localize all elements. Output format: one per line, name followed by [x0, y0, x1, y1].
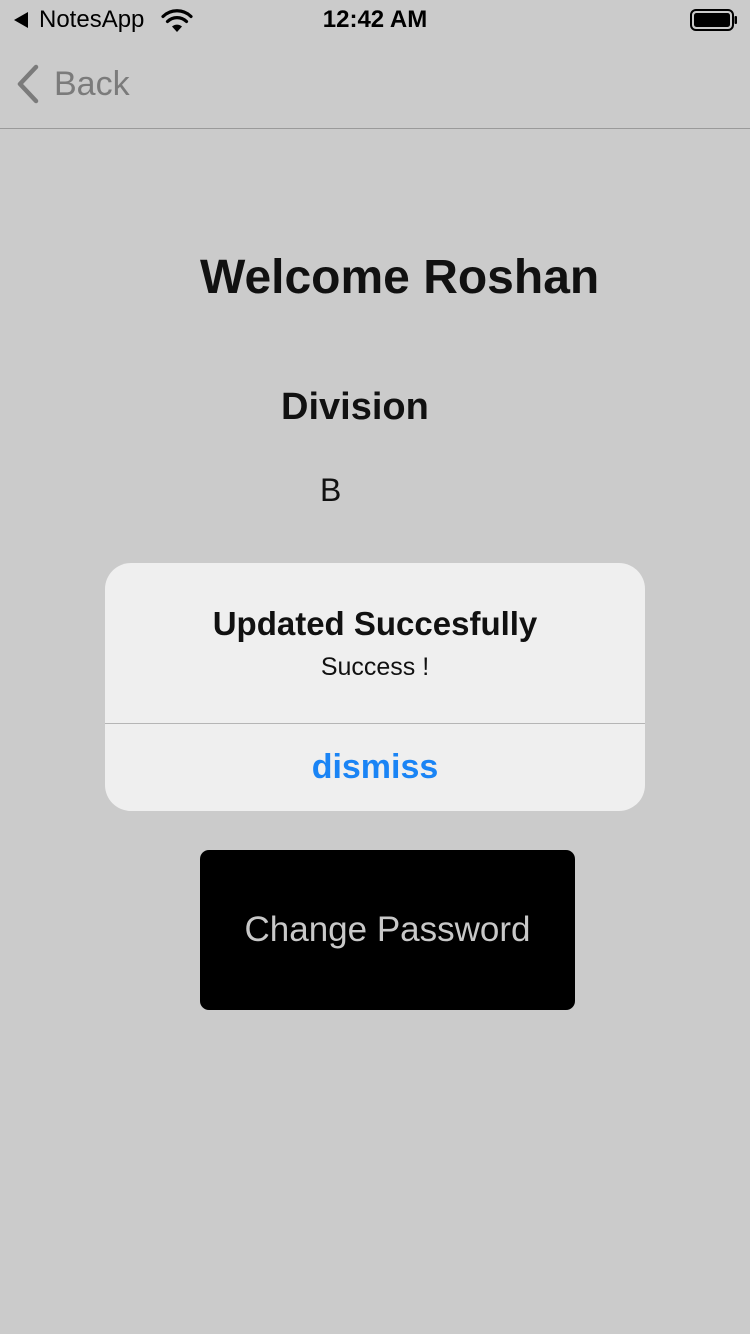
back-label: Back: [54, 64, 130, 103]
status-bar: NotesApp 12:42 AM: [0, 0, 750, 40]
welcome-heading: Welcome Roshan: [200, 251, 600, 304]
division-label: Division: [281, 386, 429, 428]
alert-message: Success !: [320, 653, 430, 681]
status-time: 12:42 AM: [322, 6, 428, 33]
division-value: B: [320, 472, 342, 508]
dismiss-button[interactable]: dismiss: [105, 724, 645, 811]
navigation-bar: Back: [0, 40, 750, 129]
change-password-button[interactable]: Change Password: [200, 850, 575, 1010]
chevron-left-icon: [17, 64, 39, 104]
back-button[interactable]: Back: [14, 62, 130, 106]
alert-title: Updated Succesfully: [212, 605, 538, 642]
screen: NotesApp 12:42 AM Back Welcome Roshan Di…: [0, 0, 750, 1334]
alert-dialog: Updated Succesfully Success ! dismiss: [105, 563, 645, 811]
battery-icon: [690, 9, 737, 31]
